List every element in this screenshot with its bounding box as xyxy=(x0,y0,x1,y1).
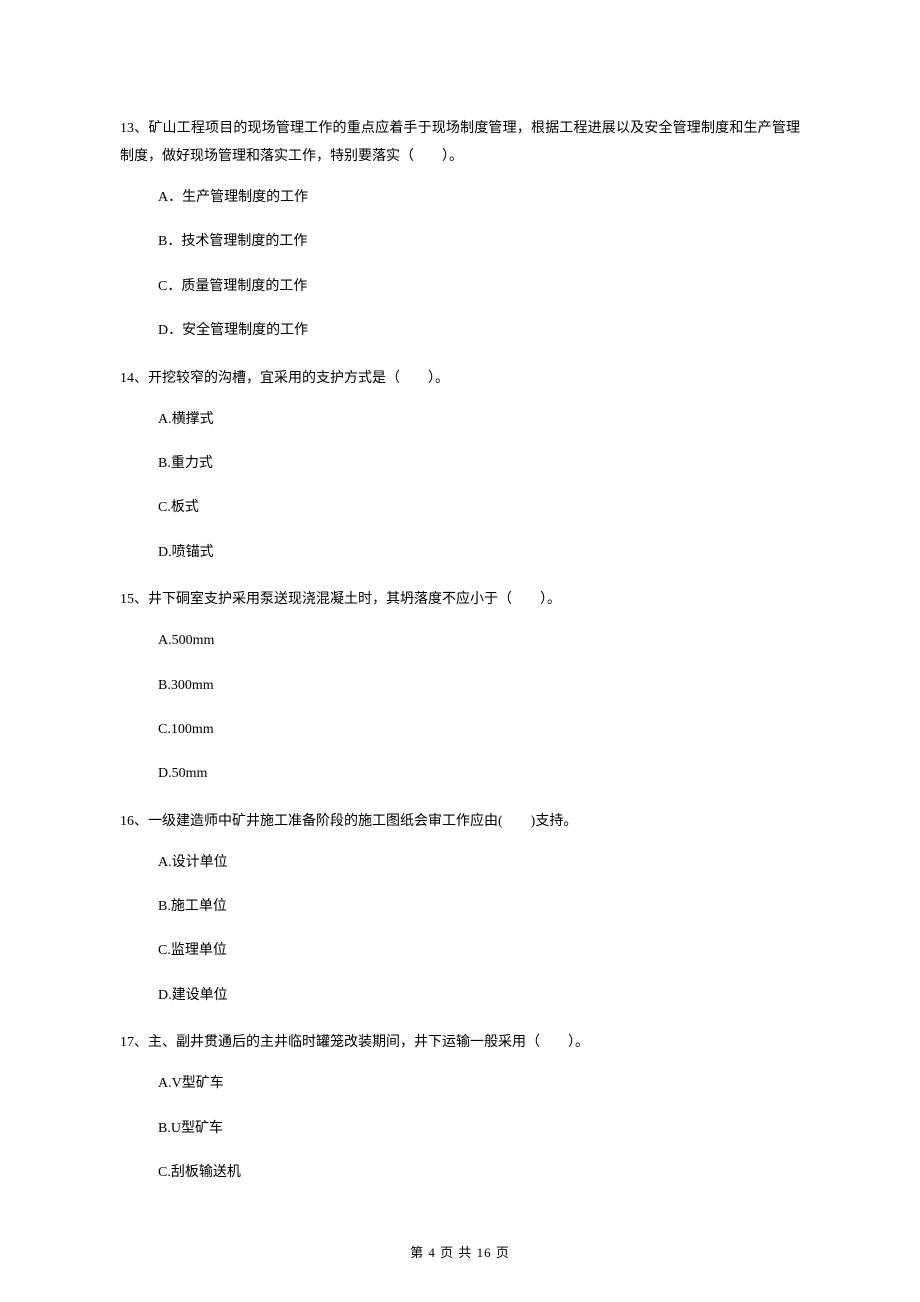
question-body: 开挖较窄的沟槽，宜采用的支护方式是（ ）。 xyxy=(148,371,449,386)
question-14: 14、开挖较窄的沟槽，宜采用的支护方式是（ ）。 A.横撑式 B.重力式 C.板… xyxy=(120,365,800,565)
question-text: 14、开挖较窄的沟槽，宜采用的支护方式是（ ）。 xyxy=(120,371,449,386)
document-page: 13、矿山工程项目的现场管理工作的重点应着手于现场制度管理，根据工程进展以及安全… xyxy=(0,0,920,1302)
option-a: A.设计单位 xyxy=(120,852,800,874)
question-text: 17、主、副井贯通后的主井临时罐笼改装期间，井下运输一般采用（ ）。 xyxy=(120,1035,589,1050)
options-list: A.500mm B.300mm C.100mm D.50mm xyxy=(120,630,800,786)
option-a: A.横撑式 xyxy=(120,409,800,431)
option-c: C.监理单位 xyxy=(120,940,800,962)
question-num: 16、 xyxy=(120,814,148,829)
option-c: C.刮板输送机 xyxy=(120,1162,800,1184)
option-d: D．安全管理制度的工作 xyxy=(120,320,800,342)
option-b: B.U型矿车 xyxy=(120,1118,800,1140)
option-c: C.板式 xyxy=(120,497,800,519)
option-b: B.300mm xyxy=(120,675,800,697)
question-text: 16、一级建造师中矿井施工准备阶段的施工图纸会审工作应由( )支持。 xyxy=(120,814,577,829)
question-num: 14、 xyxy=(120,371,148,386)
option-d: D.建设单位 xyxy=(120,985,800,1007)
option-d: D.喷锚式 xyxy=(120,542,800,564)
question-15: 15、井下硐室支护采用泵送现浇混凝土时，其坍落度不应小于（ ）。 A.500mm… xyxy=(120,586,800,786)
option-a: A．生产管理制度的工作 xyxy=(120,187,800,209)
options-list: A.设计单位 B.施工单位 C.监理单位 D.建设单位 xyxy=(120,852,800,1008)
question-body: 矿山工程项目的现场管理工作的重点应着手于现场制度管理，根据工程进展以及安全管理制… xyxy=(120,121,800,164)
question-body: 井下硐室支护采用泵送现浇混凝土时，其坍落度不应小于（ ）。 xyxy=(148,592,561,607)
question-text: 15、井下硐室支护采用泵送现浇混凝土时，其坍落度不应小于（ ）。 xyxy=(120,592,561,607)
question-16: 16、一级建造师中矿井施工准备阶段的施工图纸会审工作应由( )支持。 A.设计单… xyxy=(120,808,800,1008)
option-b: B.重力式 xyxy=(120,453,800,475)
option-b: B.施工单位 xyxy=(120,896,800,918)
question-num: 13、 xyxy=(120,121,148,136)
option-c: C.100mm xyxy=(120,719,800,741)
option-a: A.500mm xyxy=(120,630,800,652)
question-text: 13、矿山工程项目的现场管理工作的重点应着手于现场制度管理，根据工程进展以及安全… xyxy=(120,121,800,164)
option-c: C．质量管理制度的工作 xyxy=(120,276,800,298)
options-list: A．生产管理制度的工作 B．技术管理制度的工作 C．质量管理制度的工作 D．安全… xyxy=(120,187,800,343)
options-list: A.横撑式 B.重力式 C.板式 D.喷锚式 xyxy=(120,409,800,565)
question-body: 主、副井贯通后的主井临时罐笼改装期间，井下运输一般采用（ ）。 xyxy=(148,1035,589,1050)
question-num: 15、 xyxy=(120,592,148,607)
option-b: B．技术管理制度的工作 xyxy=(120,231,800,253)
question-17: 17、主、副井贯通后的主井临时罐笼改装期间，井下运输一般采用（ ）。 A.V型矿… xyxy=(120,1029,800,1184)
page-footer: 第 4 页 共 16 页 xyxy=(0,1243,920,1264)
question-num: 17、 xyxy=(120,1035,148,1050)
options-list: A.V型矿车 B.U型矿车 C.刮板输送机 xyxy=(120,1073,800,1184)
question-13: 13、矿山工程项目的现场管理工作的重点应着手于现场制度管理，根据工程进展以及安全… xyxy=(120,115,800,343)
option-d: D.50mm xyxy=(120,763,800,785)
question-body: 一级建造师中矿井施工准备阶段的施工图纸会审工作应由( )支持。 xyxy=(148,814,577,829)
option-a: A.V型矿车 xyxy=(120,1073,800,1095)
